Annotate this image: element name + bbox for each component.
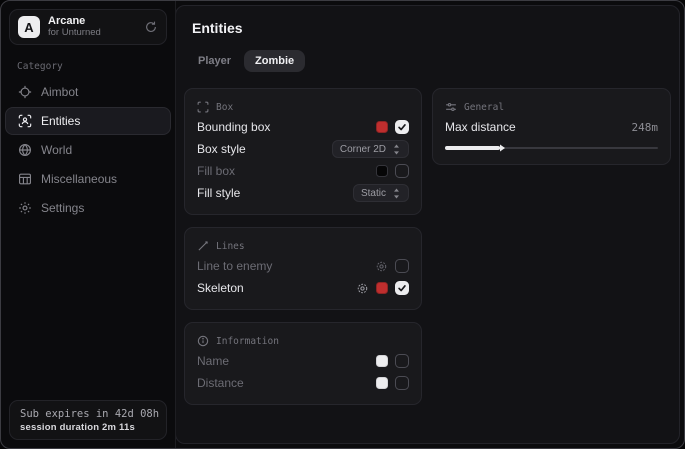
subscription-card: Sub expires in 42d 08h session duration …: [9, 400, 167, 440]
card-title: Box: [216, 102, 233, 113]
table-icon: [18, 172, 32, 186]
entity-tabs: Player Zombie: [187, 50, 671, 72]
skeleton-settings-gear-icon[interactable]: [356, 282, 369, 295]
information-card: Information Name Distance: [184, 322, 422, 405]
brand-subtitle: for Unturned: [48, 28, 136, 39]
fill-style-row: Fill style Static: [197, 182, 409, 204]
scan-person-icon: [18, 114, 32, 128]
box-card: Box Bounding box Box style: [184, 88, 422, 215]
sidebar-item-label: World: [41, 143, 72, 157]
card-title: Lines: [216, 241, 245, 252]
sidebar-nav: Aimbot Entities World Miscellaneous: [1, 78, 175, 222]
bounding-box-row: Bounding box: [197, 116, 409, 138]
brand-card: A Arcane for Unturned: [9, 9, 167, 45]
category-label: Category: [17, 61, 175, 72]
tab-player[interactable]: Player: [187, 50, 242, 72]
bounding-box-label: Bounding box: [197, 120, 368, 134]
name-color-swatch[interactable]: [376, 355, 388, 367]
bounding-box-color-swatch[interactable]: [376, 121, 388, 133]
brand-name: Arcane: [48, 15, 136, 28]
fill-style-value: Static: [361, 188, 386, 199]
fill-box-row: Fill box: [197, 160, 409, 182]
distance-label: Distance: [197, 376, 368, 390]
sidebar-item-label: Entities: [41, 114, 80, 128]
fill-style-label: Fill style: [197, 186, 345, 200]
name-checkbox[interactable]: [395, 354, 409, 368]
distance-color-swatch[interactable]: [376, 377, 388, 389]
box-corners-icon: [197, 101, 209, 113]
fill-box-label: Fill box: [197, 164, 368, 178]
chevron-updown-icon: [392, 144, 401, 155]
skeleton-row: Skeleton: [197, 277, 409, 299]
sidebar-item-settings[interactable]: Settings: [5, 194, 171, 222]
sidebar-item-world[interactable]: World: [5, 136, 171, 164]
sidebar-item-label: Settings: [41, 201, 84, 215]
info-icon: [197, 335, 209, 347]
chevron-updown-icon: [392, 188, 401, 199]
box-style-dropdown[interactable]: Corner 2D: [332, 140, 409, 158]
card-title: General: [464, 102, 504, 113]
bounding-box-checkbox[interactable]: [395, 120, 409, 134]
name-row: Name: [197, 350, 409, 372]
sidebar-item-miscellaneous[interactable]: Miscellaneous: [5, 165, 171, 193]
sidebar-item-entities[interactable]: Entities: [5, 107, 171, 135]
name-label: Name: [197, 354, 368, 368]
app-window: A Arcane for Unturned Category Aimbot: [0, 0, 685, 449]
slider-thumb-arrow-icon[interactable]: [496, 143, 506, 153]
box-style-label: Box style: [197, 142, 324, 156]
line-to-enemy-checkbox[interactable]: [395, 259, 409, 273]
tab-zombie[interactable]: Zombie: [244, 50, 305, 72]
refresh-icon[interactable]: [144, 20, 158, 34]
line-to-enemy-label: Line to enemy: [197, 259, 367, 273]
distance-row: Distance: [197, 372, 409, 394]
session-duration-text: session duration 2m 11s: [20, 422, 156, 433]
sliders-icon: [445, 101, 457, 113]
box-style-row: Box style Corner 2D: [197, 138, 409, 160]
sub-expiry-text: Sub expires in 42d 08h: [20, 408, 156, 420]
general-card: General Max distance 248m: [432, 88, 671, 165]
sidebar: A Arcane for Unturned Category Aimbot: [1, 1, 176, 448]
globe-icon: [18, 143, 32, 157]
sidebar-item-label: Aimbot: [41, 85, 78, 99]
page-title: Entities: [192, 20, 671, 36]
max-distance-row: Max distance 248m: [445, 116, 658, 138]
skeleton-label: Skeleton: [197, 281, 348, 295]
max-distance-label: Max distance: [445, 120, 624, 134]
max-distance-value: 248m: [632, 121, 659, 134]
brand-logo: A: [18, 16, 40, 38]
line-settings-gear-icon[interactable]: [375, 260, 388, 273]
distance-checkbox[interactable]: [395, 376, 409, 390]
skeleton-checkbox[interactable]: [395, 281, 409, 295]
crosshair-icon: [18, 85, 32, 99]
lines-card: Lines Line to enemy Skeleton: [184, 227, 422, 310]
fill-style-dropdown[interactable]: Static: [353, 184, 409, 202]
main-panel: Entities Player Zombie Box Bounding box: [175, 5, 680, 444]
fill-box-checkbox[interactable]: [395, 164, 409, 178]
sidebar-item-aimbot[interactable]: Aimbot: [5, 78, 171, 106]
slider-fill: [445, 146, 500, 150]
line-to-enemy-row: Line to enemy: [197, 255, 409, 277]
gear-icon: [18, 201, 32, 215]
card-title: Information: [216, 336, 279, 347]
pencil-line-icon: [197, 240, 209, 252]
skeleton-color-swatch[interactable]: [376, 282, 388, 294]
fill-box-color-swatch[interactable]: [376, 165, 388, 177]
sidebar-item-label: Miscellaneous: [41, 172, 117, 186]
max-distance-slider[interactable]: [445, 142, 658, 154]
box-style-value: Corner 2D: [340, 144, 386, 155]
